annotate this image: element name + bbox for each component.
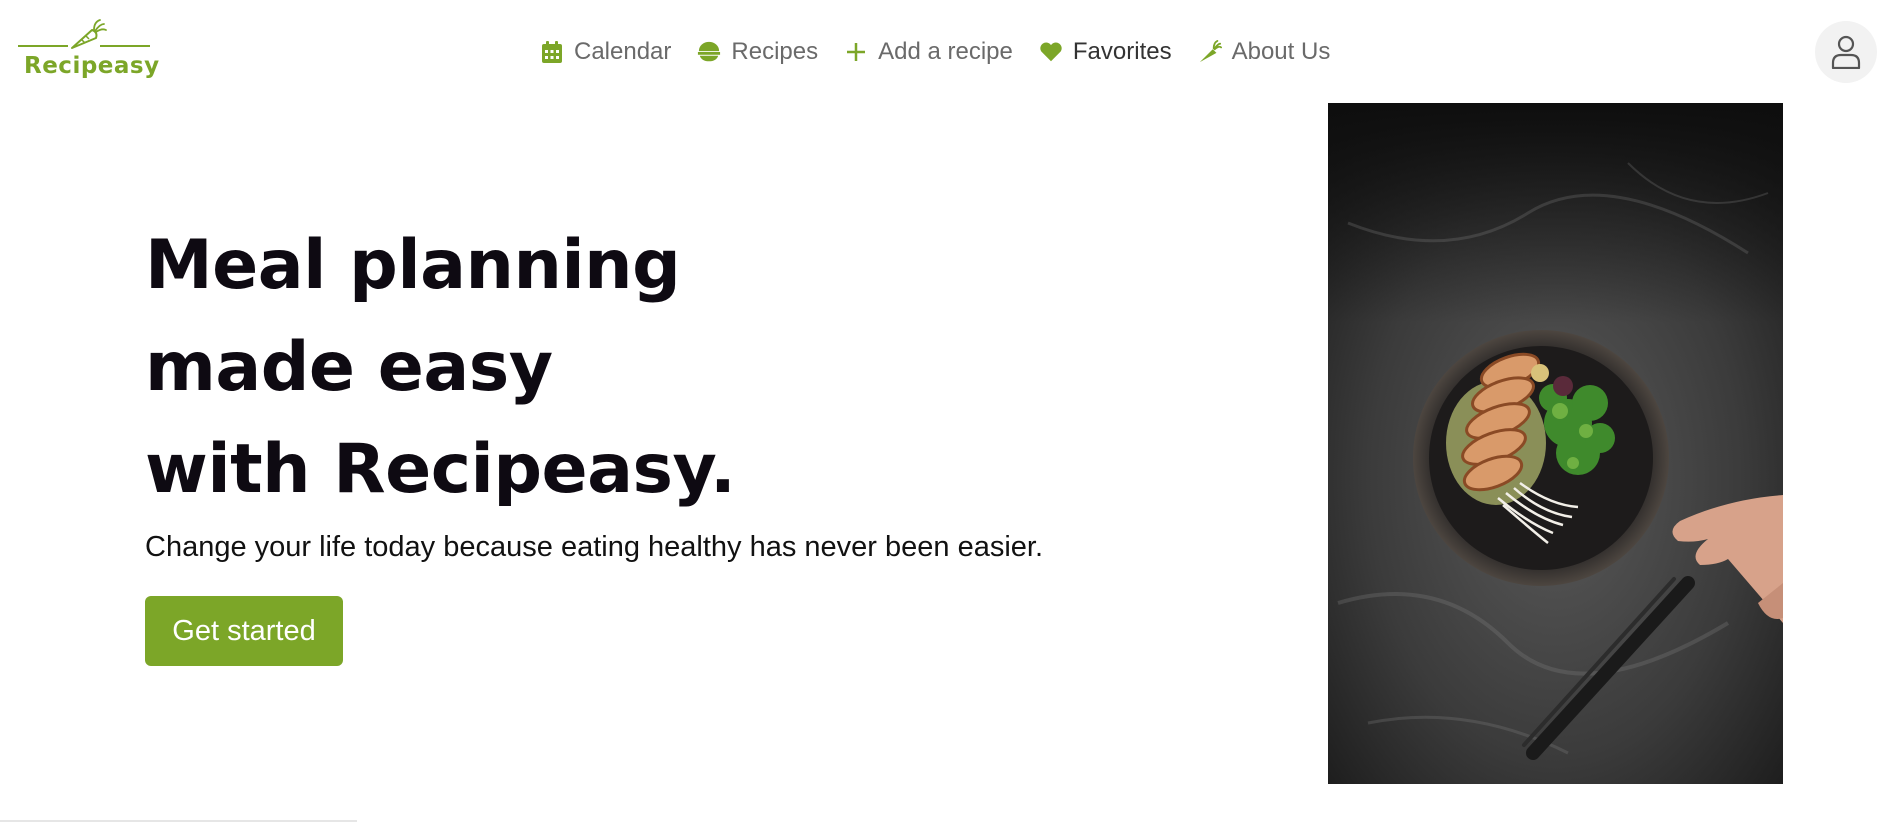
hero-title-line-2: made easy <box>145 328 553 407</box>
bottom-divider <box>0 820 357 822</box>
nav-label-add-recipe: Add a recipe <box>878 38 1013 65</box>
main-nav: Calendar Recipes Add a recipe Favorites … <box>540 32 1330 72</box>
nav-label-about-us: About Us <box>1231 38 1331 65</box>
hero-title-line-3: with Recipeasy. <box>145 430 736 509</box>
get-started-button[interactable]: Get started <box>145 596 343 666</box>
heart-icon <box>1039 40 1063 64</box>
nav-item-add-recipe[interactable]: Add a recipe <box>844 38 1013 66</box>
user-icon <box>1831 35 1861 69</box>
nav-label-favorites: Favorites <box>1072 38 1172 65</box>
carrot-icon <box>18 19 150 49</box>
nav-label-calendar: Calendar <box>574 38 672 65</box>
calendar-icon <box>540 40 564 64</box>
page: Recipeasy Calendar Recipes Add a recipe … <box>0 0 1894 826</box>
nav-label-recipes: Recipes <box>731 38 819 65</box>
user-avatar-button[interactable] <box>1815 21 1877 83</box>
recipeasy-logo[interactable]: Recipeasy <box>16 18 159 86</box>
bowl-icon <box>697 40 721 64</box>
hero-subtitle: Change your life today because eating he… <box>145 531 1044 563</box>
bowl-of-food-photo <box>1328 103 1783 784</box>
hero-title-line-1: Meal planning <box>145 226 681 305</box>
nav-item-about-us[interactable]: About Us <box>1198 38 1331 66</box>
hero-food-image <box>1328 103 1783 784</box>
logo-text: Recipeasy <box>24 53 160 79</box>
carrot-icon <box>1198 40 1222 64</box>
nav-item-favorites[interactable]: Favorites <box>1039 38 1172 66</box>
hero-title: Meal planning made easy with Recipeasy. <box>145 215 736 521</box>
plus-icon <box>844 40 868 64</box>
nav-item-calendar[interactable]: Calendar <box>540 38 671 66</box>
nav-item-recipes[interactable]: Recipes <box>697 38 818 66</box>
